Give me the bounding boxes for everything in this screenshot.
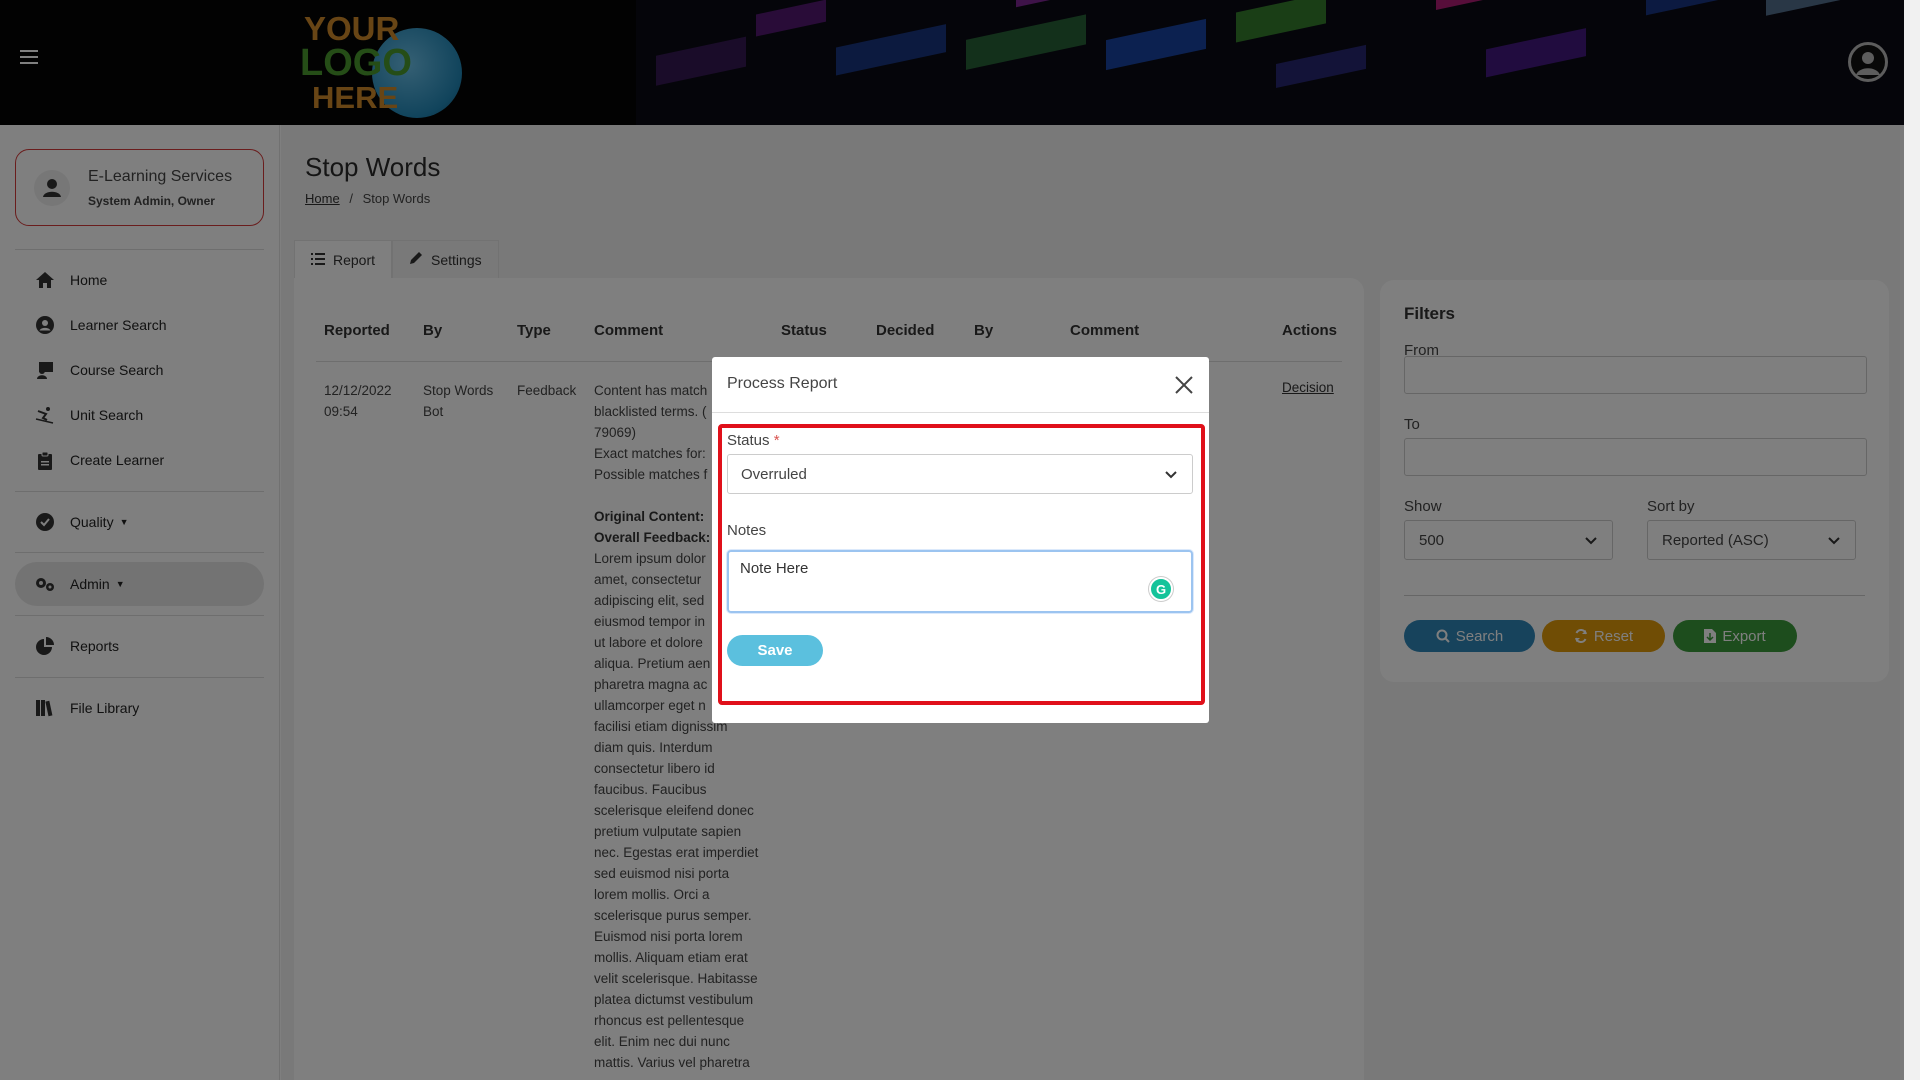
modal-header: Process Report: [712, 357, 1209, 413]
grammarly-icon[interactable]: G: [1149, 577, 1173, 601]
chevron-down-icon: [1165, 471, 1177, 479]
notes-value: Note Here: [740, 560, 809, 577]
grammarly-glyph: G: [1155, 581, 1167, 597]
status-label-text: Status: [727, 432, 770, 449]
notes-textarea[interactable]: Note Here G: [727, 550, 1193, 613]
modal-title: Process Report: [727, 375, 838, 392]
status-select-value: Overruled: [741, 465, 807, 483]
process-report-modal: Process Report Status * Overruled Notes …: [712, 357, 1209, 723]
status-select[interactable]: Overruled: [727, 454, 1193, 494]
save-button[interactable]: Save: [727, 635, 823, 666]
close-icon[interactable]: [1173, 374, 1195, 396]
status-label: Status *: [727, 432, 780, 449]
page-scrollbar[interactable]: [1904, 0, 1920, 1080]
notes-label: Notes: [727, 522, 767, 539]
required-mark: *: [773, 432, 780, 449]
